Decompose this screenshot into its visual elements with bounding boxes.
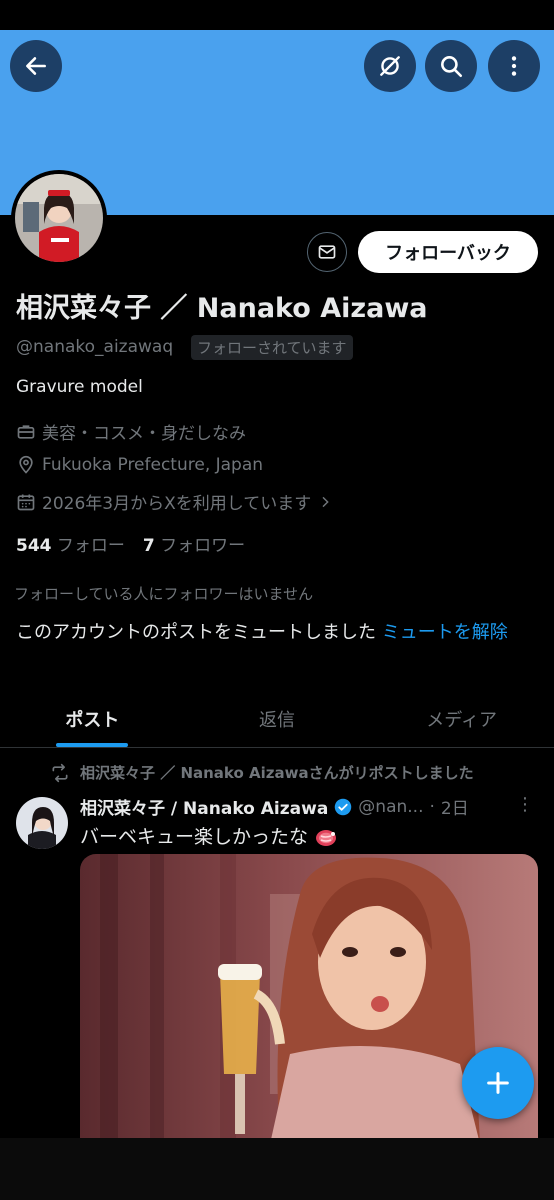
muted-text: このアカウントのポストをミュートしました [16, 622, 376, 643]
profile-avatar[interactable] [11, 170, 107, 266]
more-button[interactable] [488, 40, 540, 92]
more-horizontal-icon: ⋮ [516, 794, 534, 815]
repost-text: 相沢菜々子 ／ Nanako Aizawaさんがリポストしました [80, 764, 474, 782]
grok-icon [380, 56, 400, 76]
verified-badge-icon [335, 798, 352, 815]
tab-media-label: メディア [426, 710, 498, 731]
followers-count: 7 [142, 536, 155, 556]
active-tab-indicator [56, 743, 129, 747]
more-vertical-icon [511, 56, 517, 76]
post-text: バーベキュー楽しかったな [80, 822, 338, 849]
joined-row[interactable]: 2026年3月からXを利用しています [16, 489, 333, 514]
location-text: Fukuoka Prefecture, Japan [42, 455, 264, 475]
follows-you-badge: フォローされています [191, 335, 353, 360]
category-row: 美容・コスメ・身だしなみ [16, 419, 246, 444]
post-more-button[interactable]: ⋮ [516, 794, 534, 815]
compose-post-button[interactable] [462, 1047, 534, 1119]
post-time[interactable]: 2日 [441, 794, 469, 819]
bio: Gravure model [16, 377, 143, 397]
follow-back-button[interactable]: フォローバック [358, 231, 538, 273]
chevron-right-icon [322, 496, 329, 507]
profile-tabs: ポスト 返信 メディア [0, 690, 554, 748]
grok-button[interactable] [364, 40, 416, 92]
tab-posts-label: ポスト [65, 710, 120, 731]
repost-indicator: 相沢菜々子 ／ Nanako Aizawaさんがリポストしました [50, 762, 474, 783]
back-button[interactable] [10, 40, 62, 92]
post-author-avatar[interactable] [16, 797, 68, 849]
followers-label: フォロワー [160, 536, 246, 556]
no-mutual-followers-text: フォローしている人にフォロワーはいません [14, 585, 314, 603]
post-author-handle: @nan... [358, 796, 424, 817]
tab-media[interactable]: メディア [369, 690, 554, 747]
location-row: Fukuoka Prefecture, Japan [16, 455, 263, 475]
tab-posts[interactable]: ポスト [0, 690, 185, 747]
tab-replies[interactable]: 返信 [185, 690, 370, 747]
bottom-navigation-bar [0, 1138, 554, 1200]
search-button[interactable] [425, 40, 477, 92]
post-time-separator: · [429, 796, 435, 817]
follow-counts: 544 フォロー 7 フォロワー [16, 531, 245, 556]
mail-icon [318, 245, 336, 259]
post-header: 相沢菜々子 / Nanako Aizawa @nan... · 2日 [80, 794, 469, 820]
arrow-left-icon [26, 57, 46, 75]
muted-notice: このアカウントのポストをミュートしました ミュートを解除 [16, 618, 546, 648]
message-button[interactable] [307, 232, 347, 272]
following-link[interactable]: 544 フォロー [16, 536, 125, 556]
joined-text: 2026年3月からXを利用しています [42, 494, 312, 514]
briefcase-icon [17, 424, 35, 439]
following-count: 544 [16, 536, 52, 556]
category-text: 美容・コスメ・身だしなみ [42, 424, 246, 444]
location-pin-icon [19, 455, 33, 474]
tab-replies-label: 返信 [259, 710, 295, 731]
followers-link[interactable]: 7 フォロワー [143, 536, 245, 556]
handle: @nanako_aizawaq [16, 337, 174, 357]
meat-emoji-icon [316, 829, 337, 846]
post-author-name[interactable]: 相沢菜々子 / Nanako Aizawa [80, 794, 328, 819]
display-name: 相沢菜々子 ／ Nanako Aizawa [16, 293, 428, 324]
following-label: フォロー [56, 536, 125, 556]
repost-icon [52, 763, 68, 782]
unmute-link[interactable]: ミュートを解除 [382, 622, 508, 643]
plus-icon [487, 1072, 509, 1094]
status-bar [0, 0, 554, 30]
post-text-body: バーベキュー楽しかったな [80, 826, 309, 848]
search-icon [441, 56, 463, 78]
calendar-icon [17, 494, 35, 510]
